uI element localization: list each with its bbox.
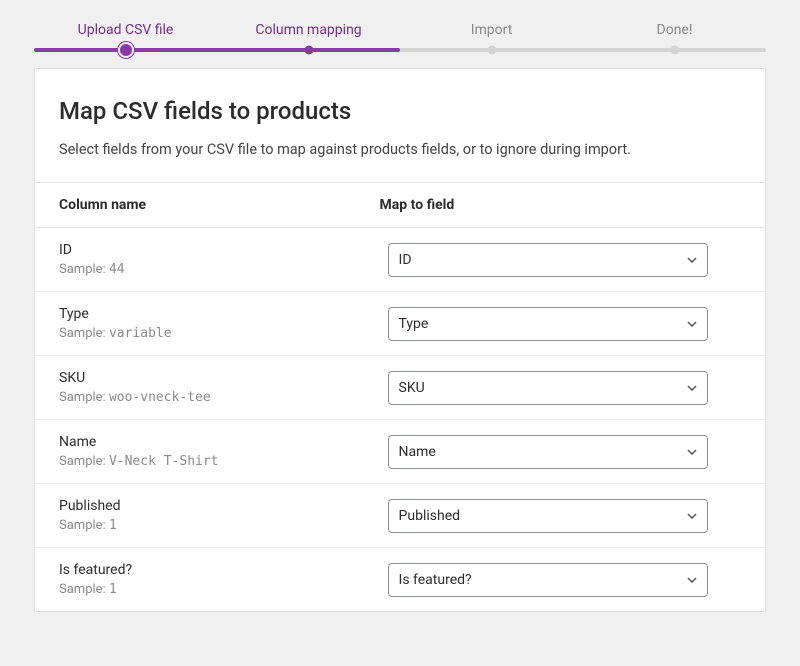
step-done-label: Done! xyxy=(583,22,766,38)
table-row: Name Sample: V-Neck T-Shirt Name xyxy=(35,420,765,484)
step-dot-done xyxy=(670,46,679,55)
map-field-select[interactable]: ID xyxy=(388,243,708,277)
select-value: ID xyxy=(399,252,412,268)
map-to-field-header: Map to field xyxy=(380,197,741,213)
map-field-select[interactable]: Name xyxy=(388,435,708,469)
page-description: Select fields from your CSV file to map … xyxy=(59,141,741,158)
column-name: Type xyxy=(59,306,380,322)
map-field-select[interactable]: Type xyxy=(388,307,708,341)
progress-fill xyxy=(34,48,400,52)
column-sample: Sample: 1 xyxy=(59,582,380,597)
step-dot-import xyxy=(487,46,496,55)
select-value: Type xyxy=(399,316,429,332)
table-row: Published Sample: 1 Published xyxy=(35,484,765,548)
table-row: Is featured? Sample: 1 Is featured? xyxy=(35,548,765,611)
page-title: Map CSV fields to products xyxy=(59,97,741,125)
table-row: Type Sample: variable Type xyxy=(35,292,765,356)
table-row: SKU Sample: woo-vneck-tee SKU xyxy=(35,356,765,420)
step-import-label: Import xyxy=(400,22,583,38)
column-name: Name xyxy=(59,434,380,450)
column-name: ID xyxy=(59,242,380,258)
chevron-down-icon xyxy=(687,449,697,455)
step-upload-label[interactable]: Upload CSV file xyxy=(34,22,217,38)
map-field-select[interactable]: SKU xyxy=(388,371,708,405)
column-sample: Sample: V-Neck T-Shirt xyxy=(59,454,380,469)
map-field-select[interactable]: Published xyxy=(388,499,708,533)
column-sample: Sample: variable xyxy=(59,326,380,341)
column-sample: Sample: woo-vneck-tee xyxy=(59,390,380,405)
step-dot-upload xyxy=(120,44,132,56)
select-value: Is featured? xyxy=(399,572,472,588)
column-name: Published xyxy=(59,498,380,514)
chevron-down-icon xyxy=(687,513,697,519)
chevron-down-icon xyxy=(687,257,697,263)
column-name: Is featured? xyxy=(59,562,380,578)
chevron-down-icon xyxy=(687,577,697,583)
column-sample: Sample: 44 xyxy=(59,262,380,277)
select-value: Published xyxy=(399,508,460,524)
table-row: ID Sample: 44 ID xyxy=(35,228,765,292)
select-value: SKU xyxy=(399,380,425,396)
table-header: Column name Map to field xyxy=(35,183,765,228)
step-dot-mapping xyxy=(304,46,313,55)
map-field-select[interactable]: Is featured? xyxy=(388,563,708,597)
column-sample: Sample: 1 xyxy=(59,518,380,533)
import-stepper: Upload CSV file Column mapping Import Do… xyxy=(0,0,800,52)
mapping-card: Map CSV fields to products Select fields… xyxy=(34,68,766,612)
chevron-down-icon xyxy=(687,321,697,327)
progress-track xyxy=(34,48,766,52)
mapping-table: Column name Map to field ID Sample: 44 I… xyxy=(35,182,765,611)
column-name-header: Column name xyxy=(59,197,380,213)
select-value: Name xyxy=(399,444,436,460)
column-name: SKU xyxy=(59,370,380,386)
chevron-down-icon xyxy=(687,385,697,391)
step-mapping-label[interactable]: Column mapping xyxy=(217,22,400,38)
